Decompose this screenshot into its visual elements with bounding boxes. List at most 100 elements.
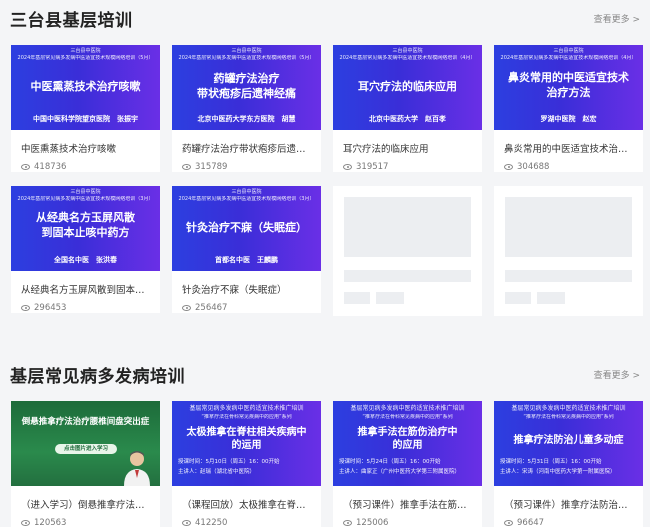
course-title[interactable]: （预习课件）推拿手法在筋伤治疗中的应用 bbox=[333, 486, 482, 511]
thumb-main-title: 中医熏蒸技术治疗咳嗽 bbox=[30, 80, 141, 93]
course-card[interactable]: 三台县中医院 2024年基层常见病多发病中医适宜技术规模网络培训（3月） 针灸治… bbox=[172, 186, 321, 313]
course-title[interactable]: 从经典名方玉屏风散到固本止咳中药方 bbox=[11, 271, 160, 296]
course-thumbnail[interactable]: 三台县中医院 2024年基层常见病多发病中医适宜技术规模网络培训（4月） 鼻炎常… bbox=[494, 45, 643, 130]
course-thumbnail[interactable]: 三台县中医院 2024年基层常见病多发病中医适宜技术规模网络培训（3月） 针灸治… bbox=[172, 186, 321, 271]
thumb-speaker: 主讲人：曲家正（广州中医药大学第三附属医院） bbox=[339, 469, 461, 475]
eye-icon bbox=[182, 164, 191, 170]
course-card[interactable]: 基层常见病多发病中医药适宜技术推广培训 “推拿疗法在骨科常见疾病中的应用”系列 … bbox=[494, 401, 643, 527]
thumb-speaker: 主讲人：赵瑞（湖北省中医院） bbox=[178, 469, 256, 475]
thumb-org: 三台县中医院 bbox=[392, 48, 423, 54]
thumb-org: 三台县中医院 bbox=[231, 189, 262, 195]
thumb-main-title: 针灸治疗不寐（失眠症） bbox=[186, 221, 307, 234]
course-card[interactable]: 三台县中医院 2024年基层常见病多发病中医适宜技术规模网络培训（5月） 药罐疗… bbox=[172, 45, 321, 172]
thumb-speaker: 主讲人：宋涛（河南中医药大学第一附属医院） bbox=[500, 469, 616, 475]
skeleton-line bbox=[505, 292, 531, 304]
view-more-link[interactable]: 查看更多 > bbox=[594, 12, 640, 25]
eye-icon bbox=[343, 164, 352, 170]
thumb-author: 中国中医科学院望京医院 张振宇 bbox=[33, 115, 138, 123]
thumb-subtitle: “推拿疗法在骨科常见疾病中的应用”系列 bbox=[362, 414, 453, 420]
course-card[interactable]: 三台县中医院 2024年基层常见病多发病中医适宜技术规模网络培训（4月） 耳穴疗… bbox=[333, 45, 482, 172]
thumb-main-title: 倒悬推拿疗法治疗腰椎间盘突出症 bbox=[21, 417, 150, 427]
view-count: 304688 bbox=[494, 155, 643, 172]
thumb-subtitle: “推拿疗法在骨科常见疾病中的应用”系列 bbox=[201, 414, 292, 420]
thumb-subtitle: 2024年基层常见病多发病中医适宜技术规模网络培训（5月） bbox=[17, 55, 154, 61]
loading-placeholder bbox=[494, 186, 643, 316]
skeleton-line bbox=[344, 270, 471, 282]
thumb-main-title: 鼻炎常用的中医适宜技术 治疗方法 bbox=[508, 71, 629, 99]
thumb-subtitle: 2024年基层常见病多发病中医适宜技术规模网络培训（3月） bbox=[178, 196, 315, 202]
thumb-schedule: 授课时间：5月10日（周五）16：00开始 bbox=[178, 459, 280, 465]
course-title[interactable]: 针灸治疗不寐（失眠症） bbox=[172, 271, 321, 296]
thumb-org: 基层常见病多发病中医药适宜技术推广培训 bbox=[511, 405, 626, 412]
thumb-author: 北京中医药大学 赵百孝 bbox=[369, 115, 446, 123]
course-thumbnail[interactable]: 三台县中医院 2024年基层常见病多发病中医适宜技术规模网络培训（4月） 耳穴疗… bbox=[333, 45, 482, 130]
thumb-subtitle: “推拿疗法在骨科常见疾病中的应用”系列 bbox=[523, 414, 614, 420]
skeleton-line bbox=[505, 270, 632, 282]
eye-icon bbox=[21, 520, 30, 526]
thumb-author: 北京中医药大学东方医院 胡慧 bbox=[197, 115, 296, 123]
section-title: 基层常见病多发病培训 bbox=[10, 366, 185, 387]
skeleton-image bbox=[344, 197, 471, 257]
course-card[interactable]: 基层常见病多发病中医药适宜技术推广培训 “推拿疗法在骨科常见疾病中的应用”系列 … bbox=[172, 401, 321, 527]
eye-icon bbox=[21, 164, 30, 170]
course-card[interactable]: 三台县中医院 2024年基层常见病多发病中医适宜技术规模网络培训（3月） 从经典… bbox=[11, 186, 160, 313]
course-thumbnail[interactable]: 三台县中医院 2024年基层常见病多发病中医适宜技术规模网络培训（3月） 从经典… bbox=[11, 186, 160, 271]
thumb-org: 三台县中医院 bbox=[553, 48, 584, 54]
course-thumbnail[interactable]: 三台县中医院 2024年基层常见病多发病中医适宜技术规模网络培训（5月） 中医熏… bbox=[11, 45, 160, 130]
course-title[interactable]: 耳穴疗法的临床应用 bbox=[333, 130, 482, 155]
eye-icon bbox=[182, 520, 191, 526]
thumb-org: 基层常见病多发病中医药适宜技术推广培训 bbox=[189, 405, 304, 412]
view-count: 412250 bbox=[172, 511, 321, 527]
course-title[interactable]: 鼻炎常用的中医适宜技术治疗方法 bbox=[494, 130, 643, 155]
thumb-main-title: 耳穴疗法的临床应用 bbox=[358, 80, 457, 93]
skeleton-line bbox=[344, 292, 370, 304]
course-title[interactable]: （进入学习）倒悬推拿疗法治疗腰椎间盘突出症 bbox=[11, 486, 160, 511]
course-thumbnail[interactable]: 倒悬推拿疗法治疗腰椎间盘突出症 点击图片进入学习 bbox=[11, 401, 160, 486]
course-title[interactable]: （预习课件）推拿疗法防治儿童多动症 bbox=[494, 486, 643, 511]
view-count: 96647 bbox=[494, 511, 643, 527]
section-header-santai: 三台县基层培训 查看更多 > bbox=[10, 6, 640, 31]
thumb-main-title: 太极推拿在脊柱相关疾病中 的运用 bbox=[186, 427, 307, 451]
course-thumbnail[interactable]: 三台县中医院 2024年基层常见病多发病中医适宜技术规模网络培训（5月） 药罐疗… bbox=[172, 45, 321, 130]
course-title[interactable]: （课程回放）太极推拿在脊柱相关疾病中的运用 bbox=[172, 486, 321, 511]
course-thumbnail[interactable]: 基层常见病多发病中医药适宜技术推广培训 “推拿疗法在骨科常见疾病中的应用”系列 … bbox=[172, 401, 321, 486]
enter-study-button[interactable]: 点击图片进入学习 bbox=[55, 444, 117, 454]
thumb-main-title: 从经典名方玉屏风散 到固本止咳中药方 bbox=[36, 211, 135, 239]
eye-icon bbox=[504, 520, 513, 526]
course-title[interactable]: 中医熏蒸技术治疗咳嗽 bbox=[11, 130, 160, 155]
course-title[interactable]: 药罐疗法治疗带状疱疹后遗神经痛 bbox=[172, 130, 321, 155]
thumb-org: 基层常见病多发病中医药适宜技术推广培训 bbox=[350, 405, 465, 412]
view-count: 296453 bbox=[11, 296, 160, 313]
loading-placeholder bbox=[333, 186, 482, 316]
eye-icon bbox=[504, 164, 513, 170]
thumb-schedule: 授课时间：5月24日（周五）16：00开始 bbox=[339, 459, 441, 465]
course-card[interactable]: 倒悬推拿疗法治疗腰椎间盘突出症 点击图片进入学习 （进入学习）倒悬推拿疗法治疗腰… bbox=[11, 401, 160, 527]
thumb-subtitle: 2024年基层常见病多发病中医适宜技术规模网络培训（4月） bbox=[339, 55, 476, 61]
course-card[interactable]: 三台县中医院 2024年基层常见病多发病中医适宜技术规模网络培训（5月） 中医熏… bbox=[11, 45, 160, 172]
skeleton-line bbox=[537, 292, 565, 304]
thumb-org: 三台县中医院 bbox=[70, 189, 101, 195]
thumb-author: 全国名中医 张洪春 bbox=[54, 256, 117, 264]
course-card[interactable]: 三台县中医院 2024年基层常见病多发病中医适宜技术规模网络培训（4月） 鼻炎常… bbox=[494, 45, 643, 172]
course-thumbnail[interactable]: 基层常见病多发病中医药适宜技术推广培训 “推拿疗法在骨科常见疾病中的应用”系列 … bbox=[333, 401, 482, 486]
course-card[interactable]: 基层常见病多发病中医药适宜技术推广培训 “推拿疗法在骨科常见疾病中的应用”系列 … bbox=[333, 401, 482, 527]
view-count: 120563 bbox=[11, 511, 160, 527]
skeleton-image bbox=[505, 197, 632, 257]
thumb-author: 首都名中医 王麟鹏 bbox=[215, 256, 278, 264]
thumb-subtitle: 2024年基层常见病多发病中医适宜技术规模网络培训（3月） bbox=[17, 196, 154, 202]
view-count: 256467 bbox=[172, 296, 321, 313]
view-count: 125006 bbox=[333, 511, 482, 527]
view-more-link[interactable]: 查看更多 > bbox=[594, 368, 640, 381]
course-thumbnail[interactable]: 基层常见病多发病中医药适宜技术推广培训 “推拿疗法在骨科常见疾病中的应用”系列 … bbox=[494, 401, 643, 486]
eye-icon bbox=[343, 520, 352, 526]
thumb-main-title: 药罐疗法治疗 带状疱疹后遗神经痛 bbox=[197, 72, 296, 100]
view-count: 319517 bbox=[333, 155, 482, 172]
thumb-author: 罗湖中医院 赵宏 bbox=[540, 115, 597, 123]
section-title: 三台县基层培训 bbox=[10, 10, 133, 31]
thumb-main-title: 推拿疗法防治儿童多动症 bbox=[513, 435, 624, 446]
thumb-subtitle: 2024年基层常见病多发病中医适宜技术规模网络培训（4月） bbox=[500, 55, 637, 61]
eye-icon bbox=[182, 305, 191, 311]
thumb-schedule: 授课时间：5月31日（周五）16：00开始 bbox=[500, 459, 602, 465]
thumb-org: 三台县中医院 bbox=[231, 48, 262, 54]
skeleton-line bbox=[376, 292, 404, 304]
